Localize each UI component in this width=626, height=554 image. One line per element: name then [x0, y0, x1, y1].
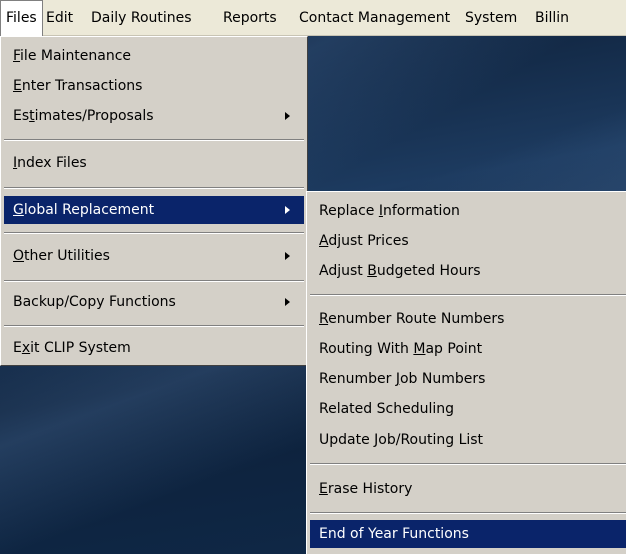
menu-reports[interactable]: Reports: [218, 0, 282, 36]
menu-item-enter-transactions[interactable]: Enter Transactions: [4, 72, 304, 100]
menu-item-renumber-job-numbers[interactable]: Renumber Job Numbers: [310, 365, 626, 393]
menu-item-file-maintenance[interactable]: File Maintenance: [4, 42, 304, 70]
menu-item-adjust-prices[interactable]: Adjust Prices: [310, 227, 626, 255]
menu-item-index-files[interactable]: Index Files: [4, 149, 304, 177]
menu-separator: [4, 280, 304, 282]
submenu-arrow-icon: [285, 206, 290, 214]
menu-item-end-of-year-functions[interactable]: End of Year Functions: [310, 520, 626, 548]
menu-item-related-scheduling[interactable]: Related Scheduling: [310, 395, 626, 423]
menu-item-renumber-route-numbers[interactable]: Renumber Route Numbers: [310, 305, 626, 333]
menu-edit[interactable]: Edit: [41, 0, 78, 36]
menu-separator: [310, 463, 626, 465]
menu-item-backup-copy-functions[interactable]: Backup/Copy Functions: [4, 288, 304, 316]
menu-item-replace-information[interactable]: Replace Information: [310, 197, 626, 225]
menu-separator: [4, 139, 304, 141]
menu-separator: [4, 325, 304, 327]
menu-item-other-utilities[interactable]: Other Utilities: [4, 242, 304, 270]
submenu-arrow-icon: [285, 112, 290, 120]
menu-item-routing-with-map-point[interactable]: Routing With Map Point: [310, 335, 626, 363]
menu-contact-management[interactable]: Contact Management: [294, 0, 455, 36]
menu-separator: [4, 232, 304, 234]
menu-item-exit-clip-system[interactable]: Exit CLIP System: [4, 334, 304, 362]
menu-item-estimates-proposals[interactable]: Estimates/Proposals: [4, 102, 304, 130]
submenu-arrow-icon: [285, 252, 290, 260]
menu-item-update-job-routing-list[interactable]: Update Job/Routing List: [310, 426, 626, 454]
menu-daily-routines[interactable]: Daily Routines: [86, 0, 197, 36]
menu-billing[interactable]: Billin: [530, 0, 574, 36]
menu-separator: [310, 512, 626, 514]
menu-item-erase-history[interactable]: Erase History: [310, 475, 626, 503]
files-dropdown-menu: File Maintenance Enter Transactions Esti…: [0, 36, 308, 366]
menu-bar: Files Edit Daily Routines Reports Contac…: [0, 0, 626, 36]
menu-item-adjust-budgeted-hours[interactable]: Adjust Budgeted Hours: [310, 257, 626, 285]
menu-system[interactable]: System: [460, 0, 522, 36]
menu-separator: [310, 294, 626, 296]
submenu-arrow-icon: [285, 298, 290, 306]
menu-separator: [4, 187, 304, 189]
menu-item-global-replacement[interactable]: Global Replacement: [4, 196, 304, 224]
global-replacement-submenu: Replace Information Adjust Prices Adjust…: [306, 191, 626, 554]
menu-files[interactable]: Files: [0, 0, 43, 36]
